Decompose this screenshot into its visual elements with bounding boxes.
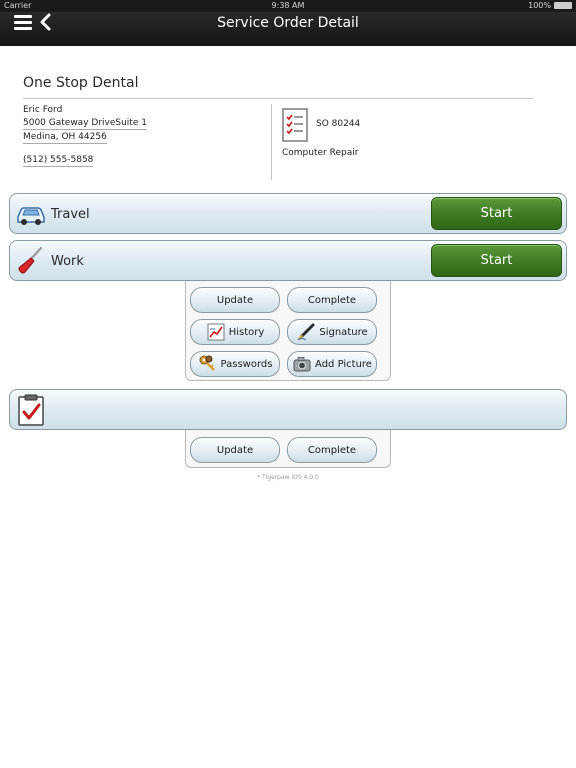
work-update-button[interactable]: Update — [190, 287, 280, 313]
checklist-section[interactable] — [9, 389, 567, 430]
order-header: One Stop Dental Eric Ford 5000 Gateway D… — [0, 46, 576, 186]
work-complete-label: Complete — [307, 294, 357, 306]
battery-percent: 100% — [528, 1, 551, 10]
address-line1-link[interactable]: 5000 Gateway DriveSuite 1 — [23, 118, 147, 130]
checklist-action-panel: Update Complete — [185, 430, 391, 468]
keys-icon — [199, 355, 215, 371]
signature-button[interactable]: Signature — [287, 319, 377, 345]
nav-bar: Service Order Detail — [0, 12, 576, 46]
version-label: * Tigerpaw iOS 4.0.0 — [257, 474, 319, 481]
order-number: SO 80244 — [316, 119, 361, 129]
clipboard-check-icon — [18, 394, 44, 426]
vertical-divider — [271, 104, 272, 180]
checklist-update-label: Update — [216, 444, 254, 456]
travel-section[interactable]: Travel Start — [9, 193, 567, 234]
order-type: Computer Repair — [282, 148, 359, 158]
address-line2-link[interactable]: Medina, OH 44256 — [23, 132, 107, 144]
history-chart-icon — [207, 323, 225, 341]
car-icon — [17, 207, 45, 225]
phone-link[interactable]: (512) 555-5858 — [23, 155, 94, 167]
status-bar: Carrier 9:38 AM 100% — [0, 0, 576, 12]
work-complete-button[interactable]: Complete — [287, 287, 377, 313]
passwords-label: Passwords — [220, 358, 273, 370]
work-section[interactable]: Work Start — [9, 240, 567, 281]
camera-icon — [293, 357, 311, 372]
header-divider — [23, 98, 533, 99]
battery-icon — [554, 2, 572, 9]
company-name: One Stop Dental — [23, 75, 139, 91]
history-button[interactable]: History — [190, 319, 280, 345]
contact-name: Eric Ford — [23, 105, 63, 115]
checklist-complete-button[interactable]: Complete — [287, 437, 377, 463]
passwords-button[interactable]: Passwords — [190, 351, 280, 377]
add-picture-label: Add Picture — [315, 358, 372, 370]
status-time: 9:38 AM — [271, 1, 305, 10]
travel-label: Travel — [51, 207, 90, 222]
checklist-update-button[interactable]: Update — [190, 437, 280, 463]
battery-indicator: 100% — [528, 1, 572, 10]
history-label: History — [228, 326, 265, 338]
signature-label: Signature — [319, 326, 368, 338]
screwdriver-icon — [18, 246, 43, 274]
pen-icon — [298, 323, 315, 341]
add-picture-button[interactable]: Add Picture — [287, 351, 377, 377]
checklist-complete-label: Complete — [307, 444, 357, 456]
page-title: Service Order Detail — [217, 15, 359, 31]
work-start-button[interactable]: Start — [431, 244, 562, 277]
work-label: Work — [51, 254, 84, 269]
travel-start-button[interactable]: Start — [431, 197, 562, 230]
work-action-panel: Update Complete History Signature Passwo… — [185, 281, 391, 381]
document-checklist-icon — [282, 108, 308, 142]
work-update-label: Update — [216, 294, 254, 306]
